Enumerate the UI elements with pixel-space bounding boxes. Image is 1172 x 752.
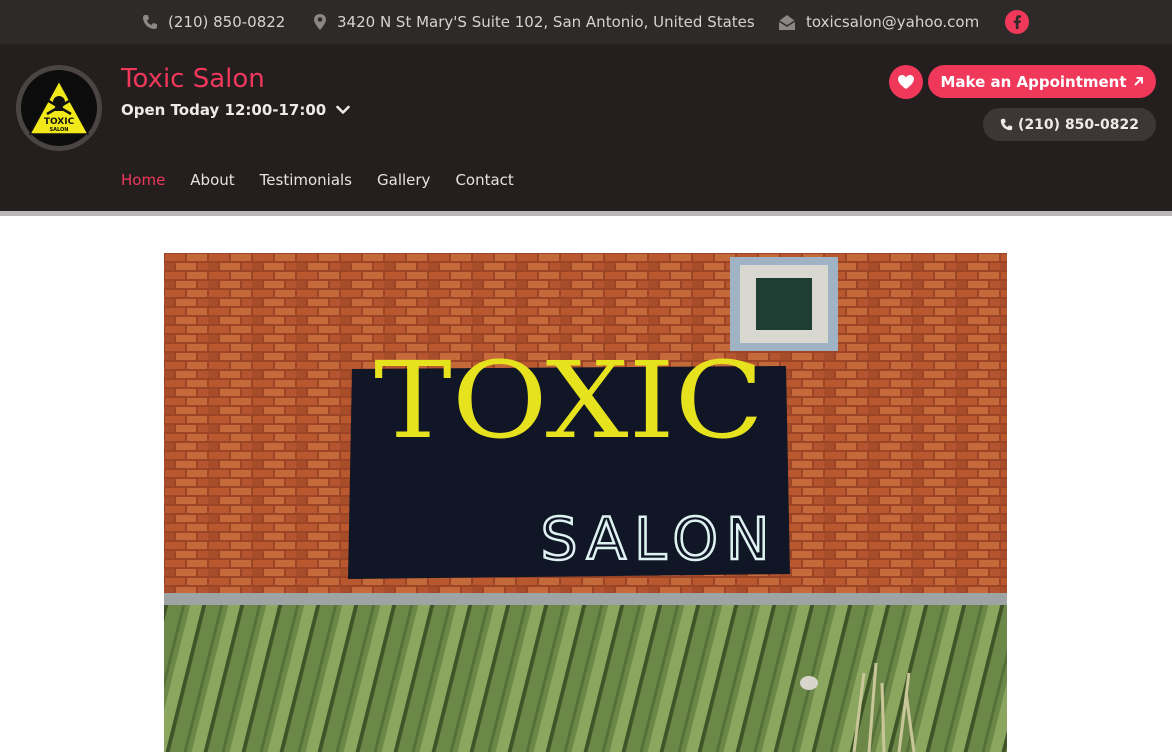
chevron-down-icon (336, 105, 351, 114)
sign-subtitle: SALON (541, 505, 778, 573)
facebook-icon (1013, 15, 1021, 29)
nav-about[interactable]: About (190, 171, 234, 189)
nav-gallery[interactable]: Gallery (377, 171, 430, 189)
sign-title: TOXIC (374, 340, 764, 462)
external-arrow-icon (1133, 77, 1143, 86)
call-phone-button[interactable]: (210) 850-0822 (983, 108, 1156, 141)
facebook-link[interactable] (1005, 10, 1029, 34)
logo-subtext: SALON (50, 127, 69, 133)
envelope-icon (778, 15, 796, 30)
topbar-email-text: toxicsalon@yahoo.com (806, 13, 980, 31)
main-navigation: Home About Testimonials Gallery Contact (121, 171, 539, 189)
call-phone-label: (210) 850-0822 (1018, 116, 1139, 133)
topbar-phone[interactable]: (210) 850-0822 (142, 11, 285, 33)
site-header: TOXIC SALON Toxic Salon Open Today 12:00… (0, 44, 1172, 211)
topbar-phone-text: (210) 850-0822 (168, 13, 286, 31)
logo-text: TOXIC (44, 117, 75, 127)
logo-badge: TOXIC SALON (21, 70, 97, 146)
nav-contact[interactable]: Contact (455, 171, 513, 189)
top-info-bar: (210) 850-0822 3420 N St Mary'S Suite 10… (0, 0, 1172, 44)
salon-logo[interactable]: TOXIC SALON (16, 65, 102, 151)
hero-image: TOXIC SALON (164, 253, 1007, 752)
opening-hours-toggle[interactable]: Open Today 12:00-17:00 (121, 101, 351, 119)
topbar-email[interactable]: toxicsalon@yahoo.com (778, 11, 979, 33)
topbar-address-text: 3420 N St Mary'S Suite 102, San Antonio,… (337, 13, 755, 31)
salon-storefront-photo: TOXIC SALON (164, 253, 1007, 752)
phone-icon (1000, 118, 1013, 131)
toxic-hazard-logo-icon: TOXIC SALON (28, 79, 90, 135)
opening-hours-text: Open Today 12:00-17:00 (121, 101, 327, 119)
nav-testimonials[interactable]: Testimonials (260, 171, 352, 189)
make-appointment-label: Make an Appointment (940, 72, 1127, 91)
header-divider (0, 211, 1172, 216)
favorite-button[interactable] (889, 65, 923, 99)
nav-home[interactable]: Home (121, 171, 165, 189)
topbar-address[interactable]: 3420 N St Mary'S Suite 102, San Antonio,… (313, 11, 755, 33)
phone-icon (143, 15, 157, 29)
make-appointment-button[interactable]: Make an Appointment (928, 65, 1156, 98)
site-title[interactable]: Toxic Salon (121, 64, 265, 94)
heart-icon (898, 75, 914, 89)
map-pin-icon (314, 14, 326, 30)
